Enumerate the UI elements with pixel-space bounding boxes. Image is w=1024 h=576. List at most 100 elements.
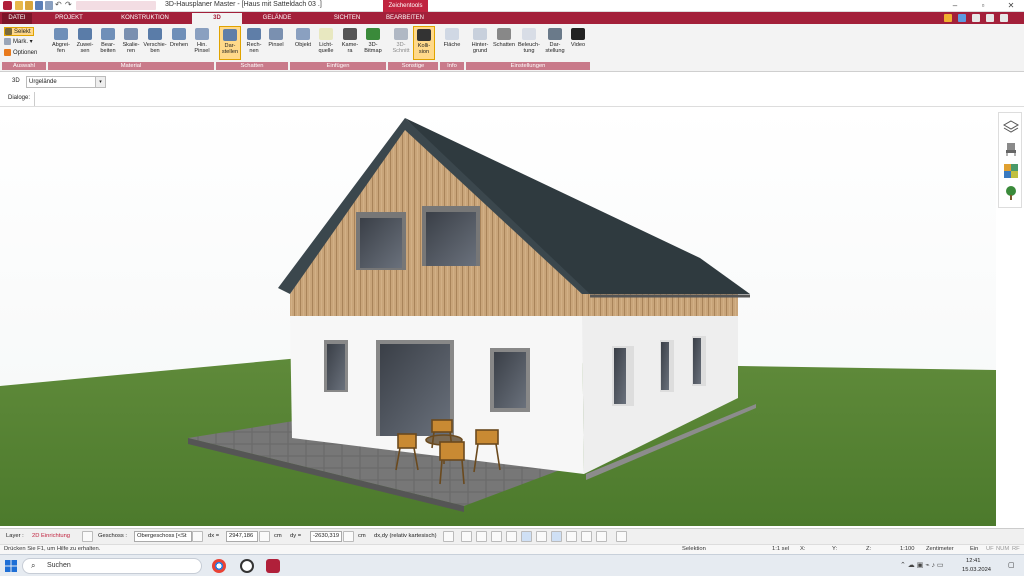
chair-icon[interactable] [1003, 141, 1019, 157]
ribbon-einfuegen-button-2[interactable]: Kame- ra [339, 26, 361, 60]
maximize-button[interactable]: ▫ [972, 0, 994, 12]
geschoss-select[interactable]: Obergeschoss [<St [134, 531, 192, 542]
context-tab-zeichentools[interactable]: Zeichentools [383, 0, 428, 12]
tab-projekt[interactable]: PROJEKT [44, 13, 94, 24]
tray-icons[interactable]: ⌃ ☁ ▣ ⌁ ♪ ▭ [900, 561, 944, 569]
optionen-button[interactable]: Optionen [4, 49, 37, 58]
ribbon-material-button-6[interactable]: Hin. Pinsel [191, 26, 213, 60]
layer-value[interactable]: 2D Einrichtung [32, 533, 70, 539]
info-icon[interactable] [616, 531, 627, 542]
measure-icon[interactable] [491, 531, 502, 542]
ribbon-sonstige-button-0[interactable]: 3D- Schnitt [390, 26, 412, 60]
3d-viewport[interactable] [0, 108, 996, 526]
print-icon[interactable] [45, 1, 53, 10]
tab-konstruktion[interactable]: KONSTRUKTION [112, 13, 178, 24]
group-info: Info [440, 62, 464, 70]
layer-dropdown-button[interactable] [82, 531, 93, 542]
minimize-button[interactable]: – [944, 0, 966, 12]
ribbon-minimize-icon[interactable] [972, 14, 980, 22]
material-palette-icon[interactable] [1003, 163, 1019, 179]
open-folder-icon[interactable] [25, 1, 33, 10]
save-icon[interactable] [35, 1, 43, 10]
tab-bearbeiten[interactable]: BEARBEITEN [380, 13, 430, 24]
selekt-button[interactable]: Selekt [4, 27, 34, 36]
geschoss-dropdown-button[interactable] [192, 531, 203, 542]
3d-scene [0, 108, 996, 526]
ribbon-einfuegen-button-1[interactable]: Licht- quelle [315, 26, 337, 60]
tab-datei[interactable]: DATEI [2, 13, 32, 24]
dx-input[interactable]: 2947,186 [226, 531, 258, 542]
dy-input[interactable]: -2630,319 [310, 531, 342, 542]
snap-icon[interactable] [521, 531, 532, 542]
ribbon-info-button-0[interactable]: Fläche [442, 26, 462, 60]
ribbon-material-button-2[interactable]: Bear- beiten [97, 26, 119, 60]
ribbon-material-button-0[interactable]: Abgrei- fen [50, 26, 72, 60]
side-window-1-glass [614, 348, 626, 404]
hausplaner-taskbar-icon[interactable] [266, 559, 280, 573]
ribbon-schatten-button-1[interactable]: Rech- nen [243, 26, 265, 60]
chrome-icon[interactable] [212, 559, 226, 573]
ribbon-restore-icon[interactable] [986, 14, 994, 22]
pick-material-icon [54, 28, 68, 40]
ribbon-sonstige-button-1[interactable]: Kolli- sion [413, 26, 435, 60]
tab-3d[interactable]: 3D [192, 13, 242, 24]
ribbon-einstellungen-button-4[interactable]: Video [568, 26, 588, 60]
help-icon[interactable] [958, 14, 966, 22]
close-button[interactable]: ✕ [1000, 0, 1022, 12]
ribbon-einstellungen-button-0[interactable]: Hinter- grund [468, 26, 492, 60]
ribbon-material-button-4[interactable]: Verschie- ben [142, 26, 168, 60]
rotate-icon [172, 28, 186, 40]
unit: Zentimeter [926, 546, 954, 552]
ribbon-close-icon[interactable] [1000, 14, 1008, 22]
mark-button[interactable]: Mark. ▾ [4, 38, 33, 47]
new-file-icon[interactable] [15, 1, 23, 10]
layers-icon[interactable] [1002, 119, 1020, 135]
ribbon-button-label: Fläche [443, 42, 461, 48]
side-window-3-glass [693, 338, 701, 384]
screen-icon[interactable] [476, 531, 487, 542]
ribbon-material-button-5[interactable]: Drehen [169, 26, 189, 60]
ribbon-einfuegen-button-0[interactable]: Objekt [292, 26, 314, 60]
layer-tools-icon[interactable] [506, 531, 517, 542]
ribbon-button-label: Abgrei- fen [51, 42, 71, 54]
tree-icon[interactable] [1003, 185, 1019, 201]
dy-label: dy = [290, 533, 302, 539]
ribbon-button-label: Verschie- ben [143, 42, 167, 54]
ribbon-button-label: Skalie- ren [122, 42, 140, 54]
chevron-down-icon[interactable]: ▾ [95, 77, 105, 87]
quick-access-toolbar[interactable] [76, 1, 156, 10]
tab-sichten[interactable]: SICHTEN [322, 13, 372, 24]
tools-icon[interactable] [944, 14, 952, 22]
coord-mode-dropdown[interactable] [443, 531, 454, 542]
ribbon-einstellungen-button-2[interactable]: Beleuch- tung [516, 26, 542, 60]
terrain-select[interactable]: Urgelände ▾ [26, 76, 106, 88]
ribbon-tab-bar: DATEI PROJEKT KONSTRUKTION 3D GELÄNDE SI… [0, 12, 1024, 24]
tab-gelaende[interactable]: GELÄNDE [252, 13, 302, 24]
ribbon-material-button-3[interactable]: Skalie- ren [120, 26, 142, 60]
undo-icon[interactable]: ↶ [55, 0, 62, 9]
scale-sel: 1:1 sel [772, 546, 790, 552]
window-small-left-glass [327, 344, 345, 390]
catch-icon[interactable] [566, 531, 577, 542]
ribbon-einstellungen-button-1[interactable]: Schatten [492, 26, 516, 60]
redo-icon[interactable]: ↷ [65, 0, 72, 9]
x-coord: X: [800, 546, 806, 552]
notification-icon[interactable]: ▢ [1008, 561, 1015, 569]
ribbon-einstellungen-button-3[interactable]: Dar- stellung [543, 26, 567, 60]
windows-start-icon[interactable] [4, 559, 18, 573]
ribbon-einfuegen-button-3[interactable]: 3D- Bitmap [362, 26, 384, 60]
north-icon[interactable] [596, 531, 607, 542]
ribbon-schatten-button-0[interactable]: Dar- stellen [219, 26, 241, 60]
clock-icon[interactable] [461, 531, 472, 542]
ortho-icon[interactable] [551, 531, 562, 542]
ribbon-schatten-button-2[interactable]: Pinsel [266, 26, 286, 60]
app-circle-icon[interactable] [240, 559, 254, 573]
app-icon[interactable] [3, 1, 12, 10]
coord-mode[interactable]: dx,dy (relativ kartesisch) [374, 533, 437, 539]
dy-stepper[interactable] [343, 531, 354, 542]
taskbar-search[interactable]: ⌕ Suchen [22, 558, 202, 574]
dx-stepper[interactable] [259, 531, 270, 542]
angle-icon[interactable] [536, 531, 547, 542]
ribbon-material-button-1[interactable]: Zuwei- sen [74, 26, 96, 60]
grid-icon[interactable] [581, 531, 592, 542]
